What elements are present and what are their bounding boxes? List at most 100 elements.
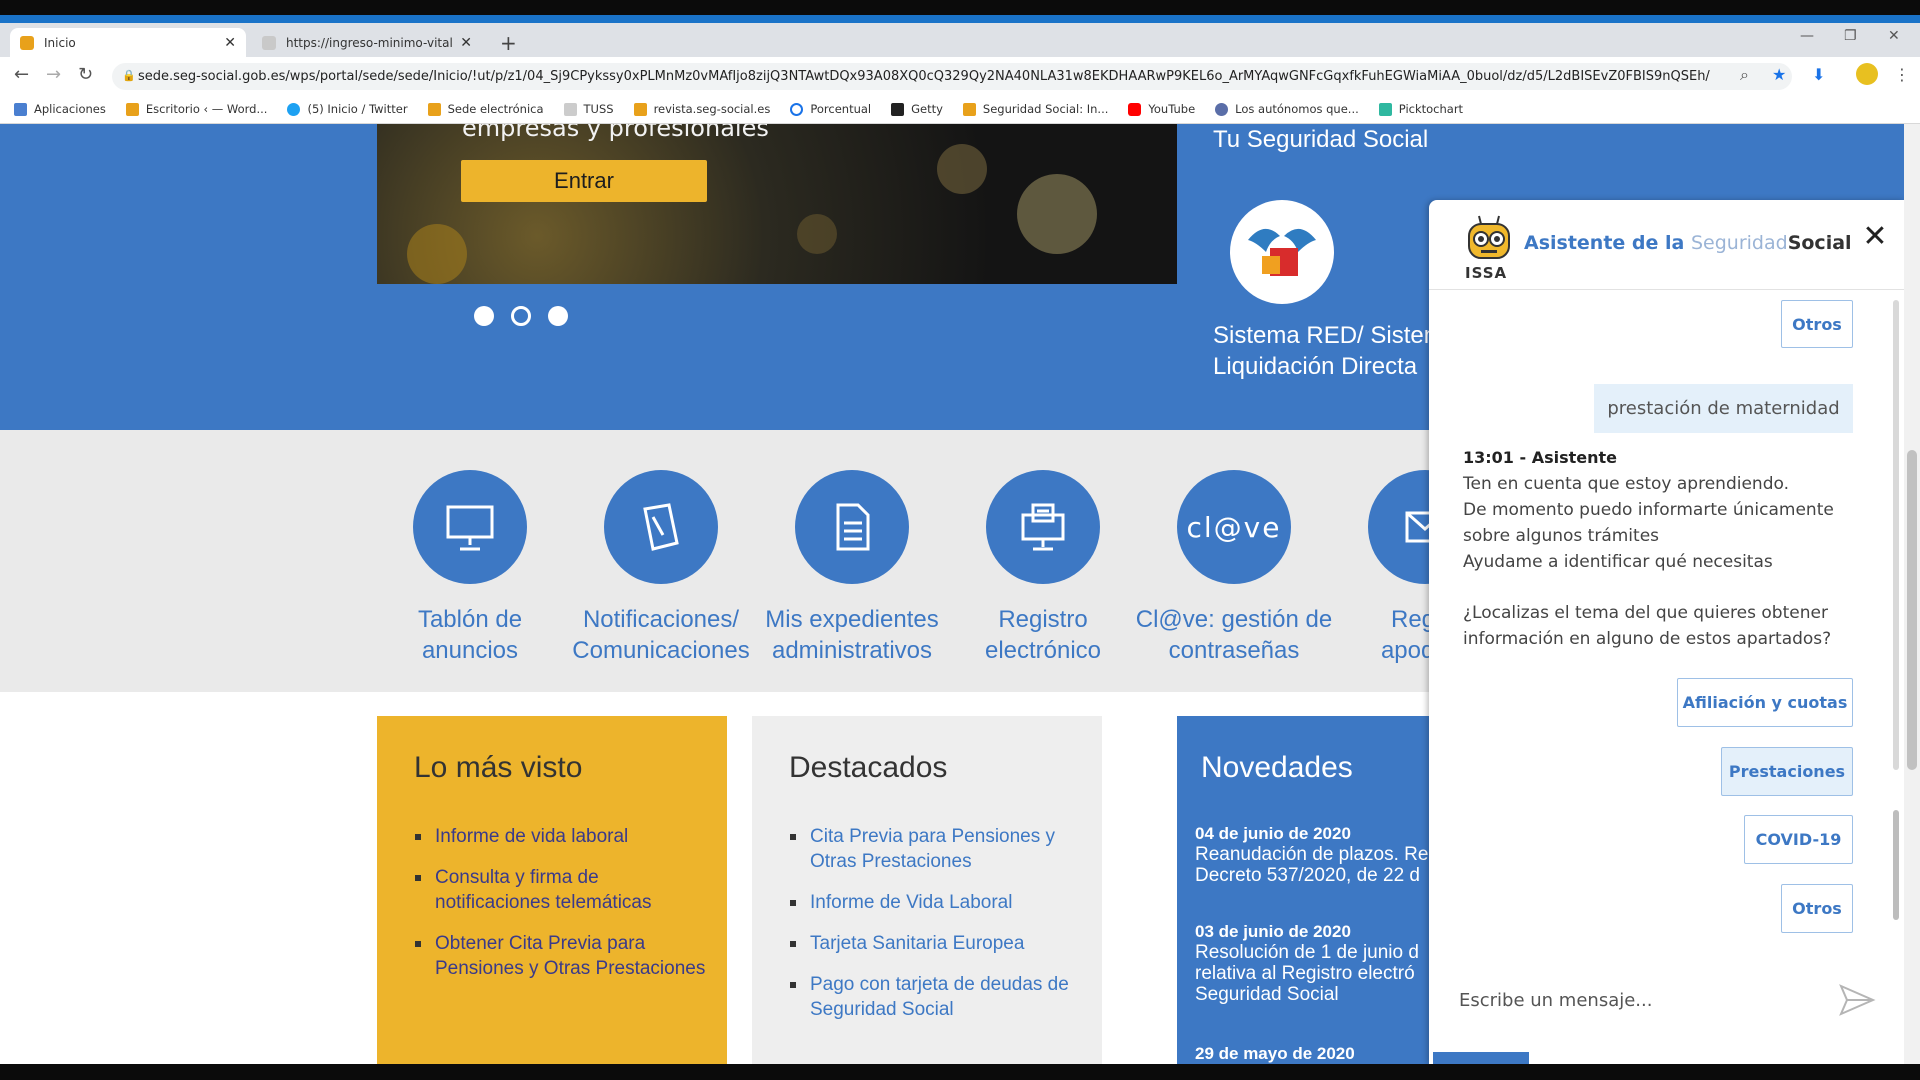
window-accent-bar	[0, 15, 1920, 23]
seg-social-icon	[427, 102, 441, 116]
carousel-dot-3[interactable]	[548, 306, 568, 326]
close-window-icon[interactable]: ✕	[1888, 28, 1900, 44]
chat-title: Asistente de la SeguridadSocial	[1524, 232, 1852, 254]
sistema-red-logo-icon[interactable]	[1230, 200, 1334, 304]
service-registro[interactable]: Registro electrónico	[943, 470, 1143, 666]
bookmark-seguridad-social[interactable]: Seguridad Social: In...	[962, 102, 1108, 116]
bookmark-getty[interactable]: Getty	[891, 102, 943, 116]
tab-inicio[interactable]: Inicio ✕	[10, 28, 246, 57]
reload-icon[interactable]: ↻	[78, 64, 93, 85]
bot-message-line: De momento puedo informarte únicamente	[1463, 500, 1834, 520]
sistema-red-link[interactable]: Sistema RED/ Sistem Liquidación Directa	[1213, 320, 1444, 382]
bookmark-twitter[interactable]: (5) Inicio / Twitter	[287, 102, 408, 116]
picktochart-icon	[1378, 102, 1392, 116]
service-label-line1: Cl@ve: gestión de	[1135, 606, 1333, 633]
chat-scrollbar-track[interactable]	[1893, 300, 1899, 770]
bookmark-revista[interactable]: revista.seg-social.es	[633, 102, 770, 116]
bookmark-tuss[interactable]: TUSS	[563, 102, 614, 116]
bookmark-autonomos[interactable]: Los autónomos que...	[1215, 102, 1359, 116]
address-bar[interactable]: 🔒 sede.seg-social.gob.es/wps/portal/sede…	[112, 63, 1792, 90]
seg-social-icon	[633, 102, 647, 116]
bot-message-line: ¿Localizas el tema del que quieres obten…	[1463, 603, 1828, 623]
tab-strip: Inicio ✕ https://ingreso-minimo-vital.se…	[0, 23, 1920, 57]
chat-title-part: Asistente de la	[1524, 232, 1691, 254]
service-label-line1: Notificaciones/	[582, 606, 740, 633]
message-input[interactable]	[1459, 980, 1839, 1020]
service-label-line2: anuncios	[421, 637, 519, 664]
tab-ingreso-minimo[interactable]: https://ingreso-minimo-vital.seg ✕	[252, 28, 482, 57]
list-item[interactable]: Informe de vida laboral	[415, 824, 715, 849]
bookmark-youtube[interactable]: YouTube	[1128, 102, 1195, 116]
option-otros-previous[interactable]: Otros	[1781, 300, 1853, 348]
service-clave[interactable]: cl@ve Cl@ve: gestión de contraseñas	[1134, 470, 1334, 666]
service-tablon[interactable]: Tablón de anuncios	[370, 470, 570, 666]
option-otros[interactable]: Otros	[1781, 884, 1853, 933]
chat-assistant-panel: ISSA Asistente de la SeguridadSocial ✕ O…	[1429, 200, 1905, 1064]
bookmark-apps[interactable]: Aplicaciones	[14, 102, 106, 116]
tu-seguridad-social-link[interactable]: Tu Seguridad Social	[1213, 126, 1428, 154]
list-item[interactable]: Informe de Vida Laboral	[790, 890, 1090, 915]
bot-message-line: sobre algunos trámites	[1463, 526, 1660, 546]
list-item[interactable]: Consulta y firma de notificaciones telem…	[415, 865, 715, 915]
banner-subtitle: empresas y profesionales	[462, 124, 769, 142]
profile-avatar[interactable]	[1856, 63, 1878, 85]
chat-footer-tab	[1433, 1052, 1529, 1064]
restore-window-icon[interactable]: ❐	[1844, 28, 1857, 44]
option-afiliacion-cuotas[interactable]: Afiliación y cuotas	[1677, 678, 1853, 727]
service-label-line1: Registro	[998, 606, 1088, 633]
bookmark-porcentual[interactable]: Porcentual	[790, 102, 871, 116]
zoom-icon[interactable]: ⌕	[1740, 65, 1749, 85]
bookmark-star-icon[interactable]: ★	[1772, 65, 1786, 84]
apps-grid-icon	[14, 102, 27, 116]
panel-title: Destacados	[789, 751, 948, 784]
user-message-bubble: prestación de maternidad	[1594, 384, 1853, 433]
chat-header: ISSA Asistente de la SeguridadSocial ✕	[1429, 200, 1905, 290]
minimize-window-icon[interactable]: —	[1800, 28, 1814, 44]
list-item[interactable]: Obtener Cita Previa para Pensiones y Otr…	[415, 931, 715, 981]
option-prestaciones[interactable]: Prestaciones	[1721, 747, 1853, 796]
service-notificaciones[interactable]: Notificaciones/Comunicaciones	[561, 470, 761, 666]
bot-message-line: Ayudame a identificar qué necesitas	[1463, 552, 1773, 572]
panel-lo-mas-visto: Lo más visto Informe de vida laboral Con…	[377, 716, 727, 1064]
bokeh-light	[937, 144, 987, 194]
bookmark-escritorio[interactable]: Escritorio ‹ — Word...	[125, 102, 267, 116]
bokeh-light	[797, 214, 837, 254]
list-item[interactable]: Cita Previa para Pensiones y Otras Prest…	[790, 824, 1090, 874]
enter-button[interactable]: Entrar	[461, 160, 707, 202]
close-tab-icon[interactable]: ✕	[460, 35, 472, 51]
list-item[interactable]: Tarjeta Sanitaria Europea	[790, 931, 1090, 956]
option-covid-19[interactable]: COVID-19	[1744, 815, 1853, 864]
service-label-line2: electrónico	[984, 637, 1102, 664]
close-tab-icon[interactable]: ✕	[224, 35, 236, 51]
extension-download-icon[interactable]: ⬇	[1812, 65, 1825, 84]
carousel-dot-2[interactable]	[511, 306, 531, 326]
chat-title-part: Social	[1787, 232, 1852, 254]
lock-icon: 🔒	[122, 69, 136, 82]
bookmark-sede[interactable]: Sede electrónica	[427, 102, 544, 116]
carousel-dot-1[interactable]	[474, 306, 494, 326]
url-text: sede.seg-social.gob.es/wps/portal/sede/s…	[138, 69, 1710, 84]
new-tab-button[interactable]: +	[500, 31, 517, 55]
tab-label: https://ingreso-minimo-vital.seg	[286, 35, 453, 50]
file-document-icon	[795, 470, 909, 584]
page-scrollbar-thumb[interactable]	[1907, 450, 1917, 770]
window-bottom-edge	[0, 1064, 1920, 1080]
send-icon[interactable]	[1837, 982, 1877, 1018]
tab-label: Inicio	[44, 35, 76, 50]
window-top-edge	[0, 0, 1920, 15]
computer-register-icon	[986, 470, 1100, 584]
seg-social-icon	[962, 102, 976, 116]
bookmark-picktochart[interactable]: Picktochart	[1378, 102, 1463, 116]
menu-kebab-icon[interactable]: ⋮	[1894, 65, 1910, 84]
getty-icon	[891, 102, 905, 116]
clave-logo-text: cl@ve	[1186, 510, 1282, 544]
back-arrow-icon[interactable]: ←	[14, 64, 29, 85]
bookmarks-bar: Aplicaciones Escritorio ‹ — Word... (5) …	[0, 95, 1920, 124]
close-chat-icon[interactable]: ✕	[1859, 222, 1891, 254]
chat-scrollbar-thumb[interactable]	[1893, 810, 1899, 920]
service-expedientes[interactable]: Mis expedientes administrativos	[752, 470, 952, 666]
hero-banner: empresas y profesionales Entrar	[377, 124, 1177, 284]
forward-arrow-icon[interactable]: →	[46, 64, 61, 85]
list-item[interactable]: Pago con tarjeta de deudas de Seguridad …	[790, 972, 1090, 1022]
porcentual-icon	[790, 102, 804, 116]
